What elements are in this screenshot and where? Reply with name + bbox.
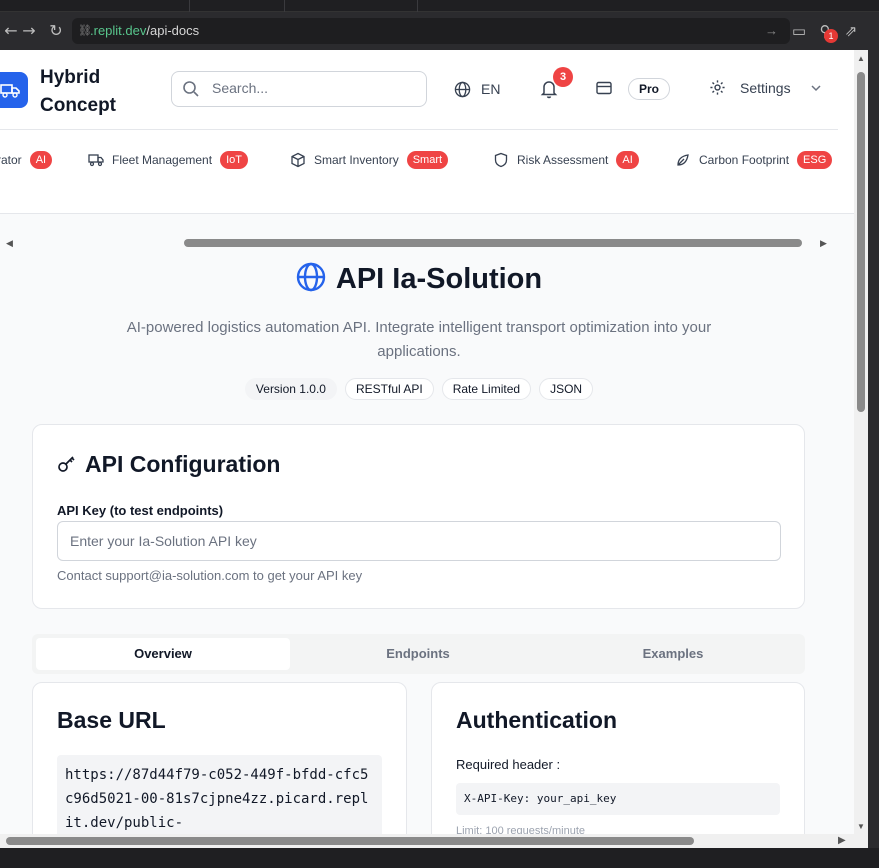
- app-header: Hybrid Concept EN 3 Pro Settings: [0, 50, 854, 130]
- gear-icon: [710, 80, 725, 95]
- link-icon: ⛓: [78, 25, 92, 37]
- api-key-header-code[interactable]: X-API-Key: your_api_key: [456, 783, 780, 815]
- config-title: API Configuration: [57, 451, 280, 478]
- docs-tabs: Overview Endpoints Examples: [32, 634, 805, 674]
- brand-name[interactable]: Hybrid Concept: [40, 64, 150, 120]
- truck-icon: [88, 154, 104, 167]
- package-icon: [291, 152, 305, 168]
- module-item[interactable]: rator AI: [0, 150, 53, 170]
- tab-examples[interactable]: Examples: [546, 638, 800, 670]
- leaf-icon: [677, 154, 689, 166]
- settings-menu[interactable]: Settings: [709, 79, 791, 96]
- tab-overview[interactable]: Overview: [36, 638, 290, 670]
- page-title: API Ia-Solution: [0, 262, 838, 296]
- go-arrow-icon[interactable]: →: [765, 18, 778, 44]
- browser-tab[interactable]: [190, 0, 285, 12]
- version-chip: Version 1.0.0: [244, 378, 337, 400]
- required-header-label: Required header :: [456, 757, 561, 772]
- module-label: Carbon Footprint: [699, 153, 790, 167]
- search-box[interactable]: [171, 71, 427, 107]
- search-icon: [183, 81, 199, 97]
- language-selector[interactable]: EN: [454, 79, 500, 99]
- scroll-left-icon[interactable]: ◀: [6, 238, 13, 249]
- language-label: EN: [481, 81, 501, 97]
- module-item-carbon-footprint[interactable]: Carbon Footprint ESG: [675, 150, 833, 170]
- browser-tab[interactable]: [95, 0, 190, 12]
- base-url-code[interactable]: https://87d44f79-c052-449f-bfdd-cfc5c96d…: [57, 755, 382, 836]
- api-key-hint: Contact support@ia-solution.com to get y…: [57, 568, 363, 583]
- credit-card-icon[interactable]: [596, 81, 612, 95]
- authentication-title: Authentication: [456, 707, 617, 733]
- module-label: rator: [0, 153, 22, 167]
- api-key-input[interactable]: [70, 533, 760, 549]
- module-label: Smart Inventory: [314, 153, 399, 167]
- key-icon: [58, 456, 75, 472]
- module-label: Fleet Management: [112, 153, 213, 167]
- page-horizontal-scrollbar[interactable]: ▶: [0, 834, 868, 848]
- feature-chips: Version 1.0.0 RESTful API Rate Limited J…: [0, 378, 838, 400]
- scroll-up-icon[interactable]: ▲: [857, 54, 865, 63]
- module-scrollbar[interactable]: ◀ ▶: [0, 236, 838, 250]
- module-badge: ESG: [797, 151, 833, 169]
- base-url-card: Base URL https://87d44f79-c052-449f-bfdd…: [32, 682, 407, 836]
- module-item-risk-assessment[interactable]: Risk Assessment AI: [493, 150, 639, 170]
- base-url-title: Base URL: [57, 707, 166, 733]
- address-bar: ← → ↻ ⛓ .replit.dev/api-docs → ▭ ⚲ 1 ⇗: [0, 12, 879, 50]
- module-badge: AI: [29, 151, 53, 169]
- url-host: .replit.dev: [90, 23, 147, 38]
- api-key-field[interactable]: [57, 521, 781, 561]
- module-strip: rator AI Fleet Management IoT Smart Inve…: [0, 130, 854, 248]
- module-badge: AI: [616, 151, 639, 169]
- browser-tab[interactable]: [285, 0, 418, 12]
- search-input[interactable]: [212, 80, 412, 96]
- tab-endpoints[interactable]: Endpoints: [291, 638, 545, 670]
- scroll-right-icon[interactable]: ▶: [838, 835, 846, 846]
- module-item-fleet-management[interactable]: Fleet Management IoT: [88, 150, 248, 170]
- chevron-down-icon[interactable]: [810, 83, 822, 93]
- scrollbar-thumb[interactable]: [184, 239, 802, 247]
- api-key-label: API Key (to test endpoints): [57, 503, 224, 518]
- settings-label: Settings: [740, 79, 791, 96]
- plan-badge[interactable]: Pro: [628, 78, 670, 100]
- scrollbar-thumb[interactable]: [6, 837, 694, 845]
- scroll-right-icon[interactable]: ▶: [820, 238, 827, 249]
- module-badge: Smart: [406, 151, 449, 169]
- forward-arrow-icon[interactable]: →: [18, 20, 40, 42]
- notification-count-badge: 3: [553, 67, 573, 87]
- extension-badge: 1: [824, 29, 838, 43]
- scrollbar-thumb[interactable]: [857, 72, 865, 412]
- shield-icon: [494, 152, 508, 168]
- monitor-icon[interactable]: ▭: [788, 20, 810, 42]
- url-field[interactable]: ⛓ .replit.dev/api-docs →: [72, 18, 790, 44]
- feature-chip: Rate Limited: [441, 378, 532, 400]
- feature-chip: JSON: [539, 378, 594, 400]
- scroll-down-icon[interactable]: ▼: [857, 822, 865, 831]
- external-link-icon[interactable]: ⇗: [840, 20, 862, 42]
- window-bottom-bar: [0, 848, 879, 868]
- page-title-text: API Ia-Solution: [335, 263, 543, 295]
- authentication-card: Authentication Required header : X-API-K…: [431, 682, 805, 836]
- page-subtitle: AI-powered logistics automation API. Int…: [126, 319, 712, 360]
- url-path: /api-docs: [146, 23, 200, 38]
- module-item-smart-inventory[interactable]: Smart Inventory Smart: [290, 150, 449, 170]
- truck-logo-icon[interactable]: [0, 72, 28, 108]
- module-label: Risk Assessment: [517, 153, 609, 167]
- browser-tab-strip: [0, 0, 879, 12]
- feature-chip: RESTful API: [344, 378, 434, 400]
- module-badge: IoT: [220, 151, 248, 169]
- window-edge: [868, 50, 879, 848]
- page-vertical-scrollbar[interactable]: ▲ ▼: [854, 50, 868, 836]
- globe-icon: [296, 262, 326, 292]
- api-configuration-card: API Configuration API Key (to test endpo…: [32, 424, 805, 609]
- globe-icon: [454, 81, 471, 97]
- page-viewport: Hybrid Concept EN 3 Pro Settings rator A…: [0, 50, 854, 836]
- reload-icon[interactable]: ↻: [45, 20, 67, 42]
- config-title-text: API Configuration: [85, 451, 281, 477]
